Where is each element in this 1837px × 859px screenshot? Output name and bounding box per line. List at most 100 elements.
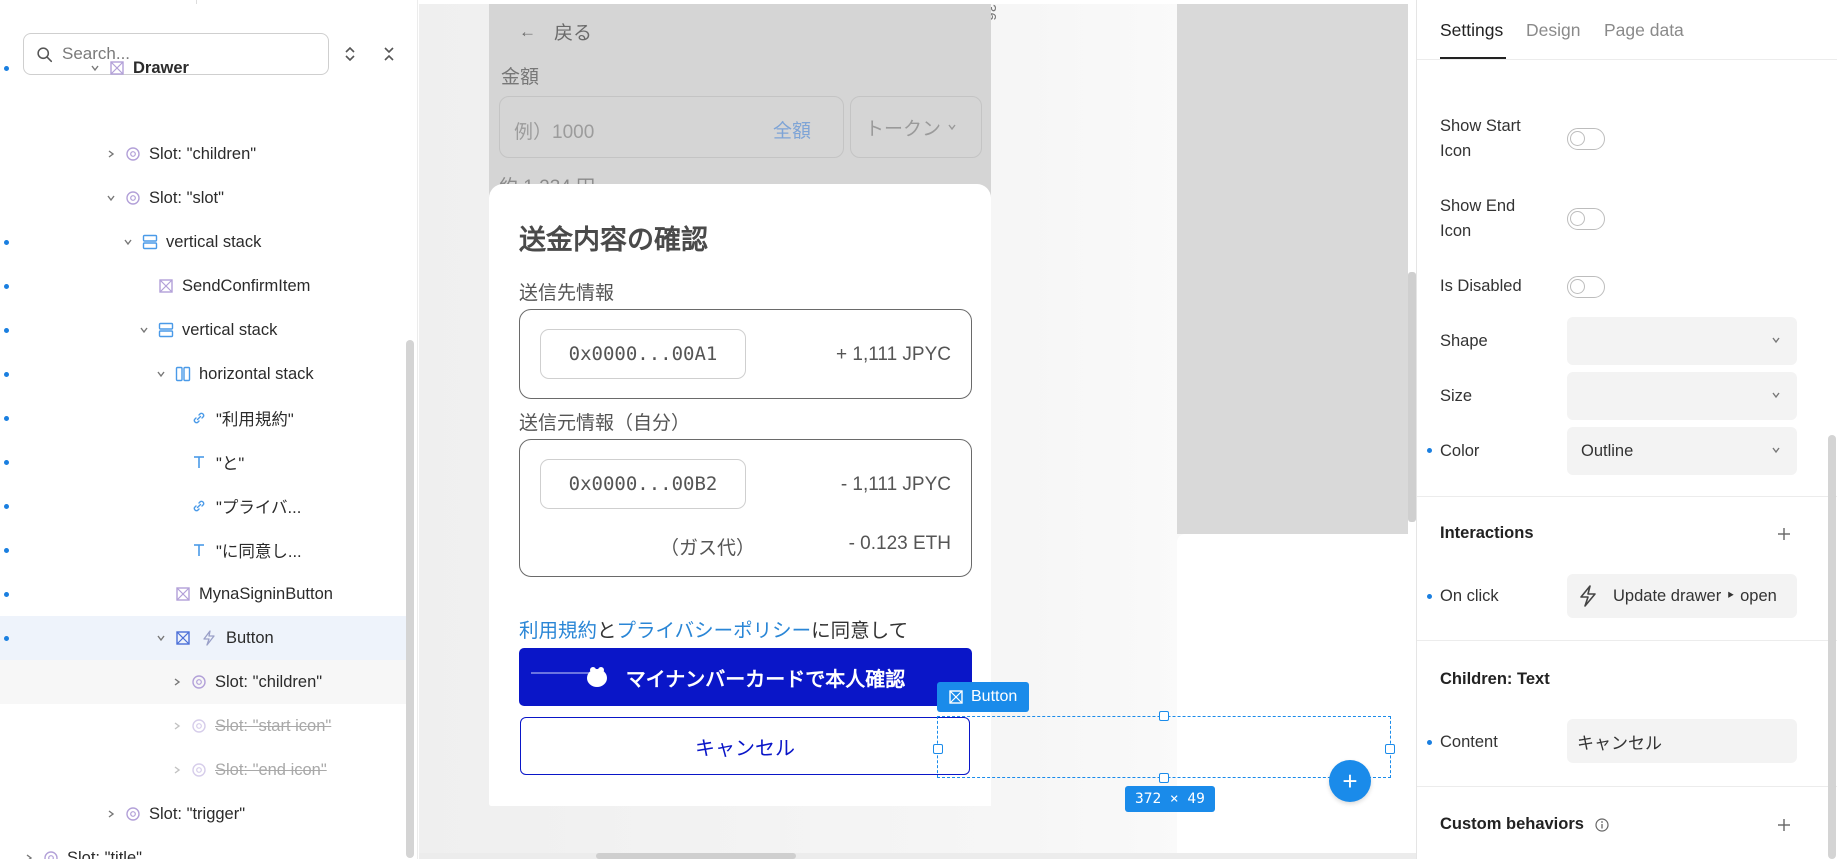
tree-row-label: "プライバ... — [216, 499, 302, 517]
resize-handle-right[interactable] — [1385, 744, 1395, 754]
tree-row-agree-text[interactable]: "に同意し... — [0, 528, 410, 572]
lightning-icon — [1580, 585, 1596, 607]
shape-select[interactable] — [1567, 317, 1797, 365]
vertical-stack-icon — [141, 233, 159, 251]
tree-row-label: Button — [226, 628, 274, 647]
drawer-title: 送金内容の確認 — [519, 225, 708, 255]
tree-row-drawer[interactable]: Drawer — [0, 46, 410, 90]
tree-row-privacy-link[interactable]: "プライバ... — [0, 484, 410, 528]
add-element-button[interactable]: + — [1329, 760, 1371, 802]
tab-page-data[interactable]: Page data — [1604, 20, 1684, 41]
tree-row-vertical-stack[interactable]: vertical stack — [0, 220, 410, 264]
canvas-vertical-scrollbar[interactable] — [1408, 272, 1416, 522]
show-start-icon-toggle[interactable] — [1567, 128, 1605, 150]
content-label: Content — [1440, 733, 1498, 751]
resize-handle-top[interactable] — [1159, 711, 1169, 721]
myna-signin-button[interactable]: マイナンバーカードで本人確認 — [519, 648, 972, 706]
layer-tree-panel: Drawer Slot: "children" Slot: "slot" ver… — [0, 0, 418, 859]
from-label: 送信元情報（自分） — [519, 413, 691, 434]
tree-row-label: "と" — [216, 455, 245, 473]
chevron-down-icon[interactable] — [89, 62, 101, 74]
link-icon — [190, 497, 208, 515]
tree-row-slot-slot[interactable]: Slot: "slot" — [0, 176, 410, 220]
chevron-right-icon[interactable] — [105, 148, 117, 160]
tree-row-slot-title[interactable]: Slot: "title" — [0, 836, 410, 859]
chevron-right-icon[interactable] — [171, 676, 183, 688]
modified-dot — [4, 635, 9, 641]
chevron-right-icon[interactable] — [105, 808, 117, 820]
size-label: Size — [1440, 387, 1473, 405]
canvas-horizontal-scrollbar[interactable] — [596, 853, 796, 859]
add-custom-behavior-button[interactable] — [1775, 816, 1793, 834]
chevron-down-icon[interactable] — [155, 368, 167, 380]
link-icon — [190, 409, 208, 427]
tree-row-slot-children[interactable]: Slot: "children" — [0, 132, 410, 176]
on-click-action[interactable]: Update drawer ‣ open — [1567, 574, 1797, 618]
tab-design[interactable]: Design — [1526, 20, 1580, 41]
privacy-link[interactable]: プライバシーポリシー — [617, 620, 812, 642]
selection-tag[interactable]: Button — [937, 682, 1030, 712]
tab-settings[interactable]: Settings — [1440, 20, 1503, 41]
layer-tree-scrollbar[interactable] — [406, 340, 414, 858]
back-link[interactable]: ← 戻る — [519, 18, 592, 45]
canvas-scroll-track — [419, 853, 1416, 859]
slot-icon — [42, 849, 60, 859]
arrow-left-icon: ← — [519, 21, 536, 41]
amount-placeholder: 例）1000 — [514, 122, 595, 143]
tree-row-slot-trigger[interactable]: Slot: "trigger" — [0, 792, 410, 836]
content-input[interactable]: キャンセル — [1567, 719, 1797, 763]
resize-handle-bottom[interactable] — [1159, 773, 1169, 783]
chevron-down-icon[interactable] — [155, 632, 167, 644]
resize-handle-left[interactable] — [933, 744, 943, 754]
active-tab-indicator — [1440, 57, 1506, 59]
to-label: 送信先情報 — [519, 283, 615, 304]
modified-dot — [4, 283, 9, 289]
tree-row-button-slot-children[interactable]: Slot: "children" — [0, 660, 410, 704]
modified-dot — [4, 547, 9, 553]
shape-label: Shape — [1440, 332, 1488, 350]
properties-scrollbar[interactable] — [1828, 435, 1836, 859]
chevron-right-icon[interactable] — [23, 852, 35, 859]
tree-row-vertical-stack-2[interactable]: vertical stack — [0, 308, 410, 352]
terms-link[interactable]: 利用規約 — [519, 620, 597, 642]
token-select[interactable]: トークン — [850, 96, 982, 158]
panel-tabs: Settings Design Page data — [1417, 0, 1837, 60]
amount-input[interactable]: 例）1000 全額 — [499, 96, 844, 158]
add-interaction-button[interactable] — [1775, 525, 1793, 543]
show-end-icon-toggle[interactable] — [1567, 208, 1605, 230]
to-address: 0x0000...00A1 — [540, 329, 746, 379]
tree-row-mynasigninbutton[interactable]: MynaSigninButton — [0, 572, 410, 616]
card-character-icon — [587, 667, 607, 687]
tree-row-slot-start-icon[interactable]: Slot: "start icon" — [0, 704, 410, 748]
chevron-down-icon[interactable] — [138, 324, 150, 336]
tree-row-terms-link[interactable]: "利用規約" — [0, 396, 410, 440]
phone-frame[interactable]: ← 戻る 金額 例）1000 全額 トークン 約 1,234 円 送金内容の確認… — [489, 4, 991, 806]
component-icon — [949, 690, 963, 704]
chevron-down-icon[interactable] — [122, 236, 134, 248]
chevron-right-icon[interactable] — [171, 720, 183, 732]
tree-row-and-text[interactable]: "と" — [0, 440, 410, 484]
horizontal-stack-icon — [174, 365, 192, 383]
chevron-down-icon — [1772, 337, 1780, 344]
tree-row-horizontal-stack[interactable]: horizontal stack — [0, 352, 410, 396]
info-icon[interactable] — [1594, 818, 1609, 832]
tree-row-label: vertical stack — [182, 320, 278, 339]
color-select[interactable]: Outline — [1567, 427, 1797, 475]
tree-row-label: Slot: "children" — [215, 672, 323, 691]
tree-row-label: Slot: "end icon" — [215, 760, 327, 779]
divider — [1417, 640, 1837, 641]
show-start-icon-label: Show Start Icon — [1440, 117, 1521, 160]
and-text: と — [597, 620, 617, 642]
chevron-down-icon[interactable] — [105, 192, 117, 204]
tree-row-button[interactable]: Button — [0, 616, 410, 660]
design-canvas[interactable]: 36 ← 戻る 金額 例）1000 全額 トークン 約 1,234 円 送金内容… — [419, 4, 1416, 859]
cancel-button[interactable]: キャンセル — [520, 717, 970, 775]
tree-row-sendconfirmitem[interactable]: SendConfirmItem — [0, 264, 410, 308]
size-select[interactable] — [1567, 372, 1797, 420]
all-amount-button[interactable]: 全額 — [773, 116, 811, 143]
is-disabled-toggle[interactable] — [1567, 276, 1605, 298]
component-icon — [108, 59, 126, 77]
tree-row-slot-end-icon[interactable]: Slot: "end icon" — [0, 748, 410, 792]
chevron-right-icon[interactable] — [171, 764, 183, 776]
content-input-value: キャンセル — [1577, 733, 1662, 753]
